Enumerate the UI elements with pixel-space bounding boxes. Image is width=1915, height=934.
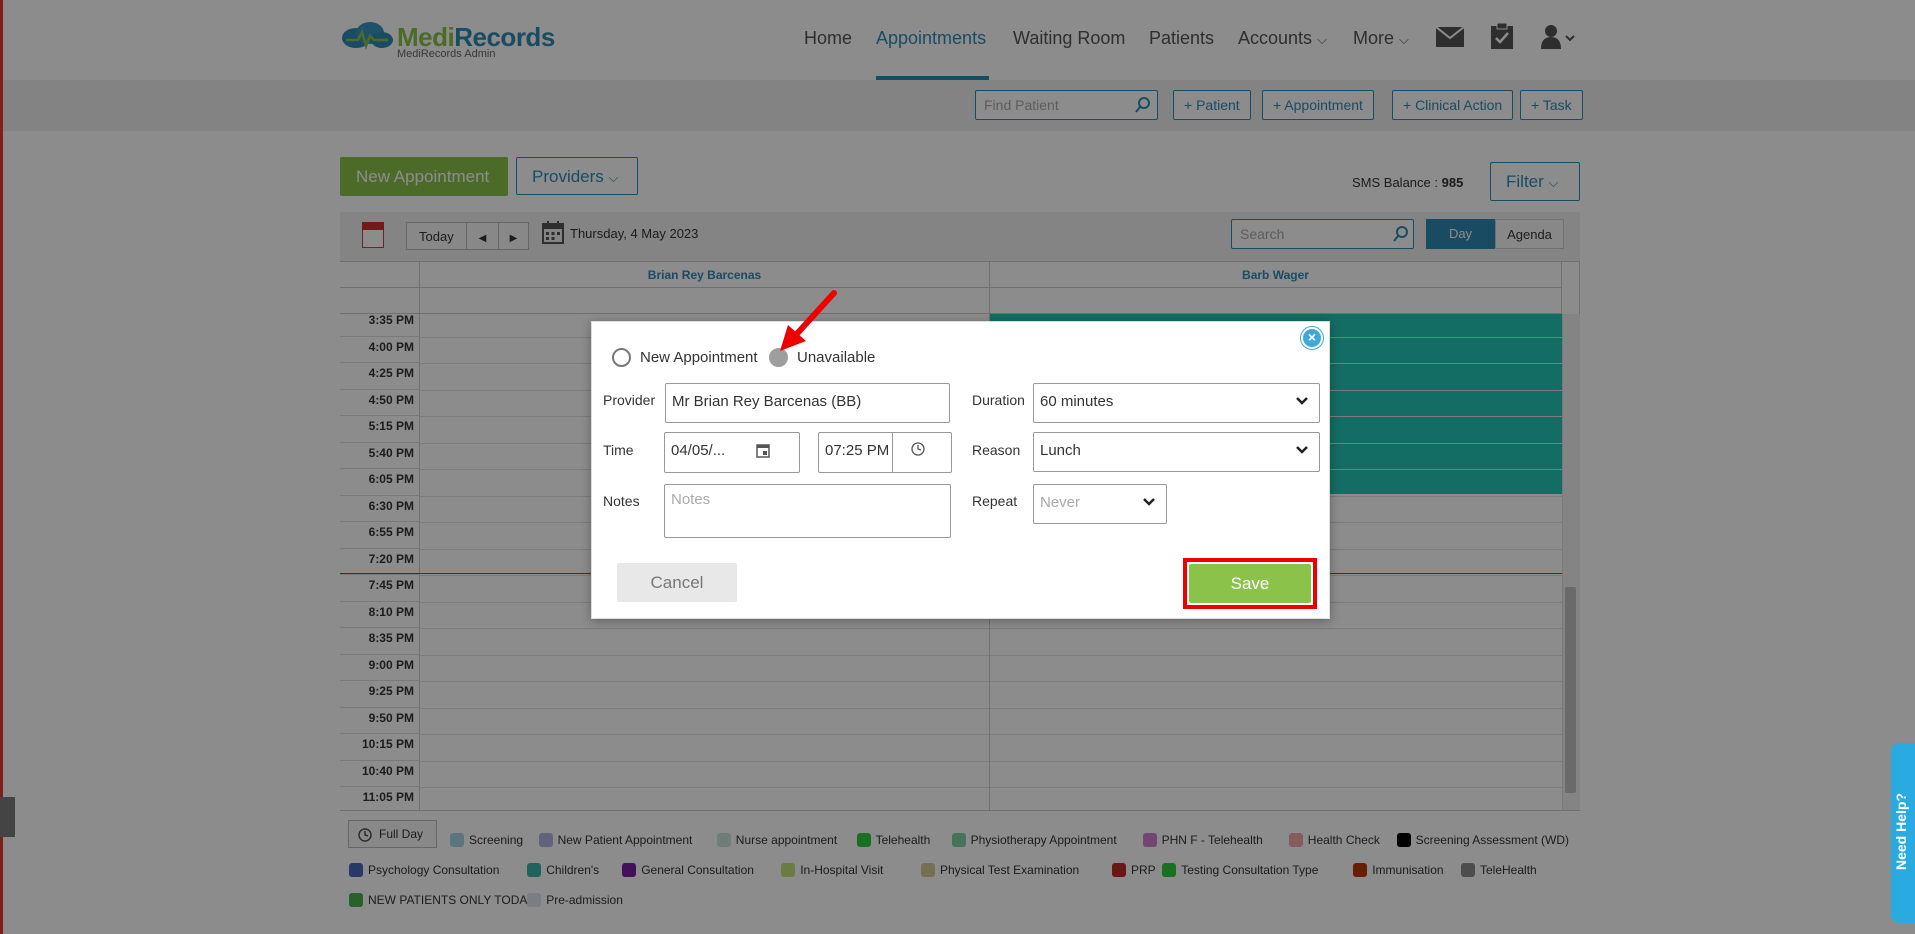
- provider-field[interactable]: Mr Brian Rey Barcenas (BB): [665, 383, 950, 423]
- notes-label: Notes: [603, 493, 640, 509]
- close-icon[interactable]: ×: [1301, 327, 1323, 349]
- date-value: 04/05/...: [671, 442, 726, 459]
- cancel-button[interactable]: Cancel: [617, 563, 737, 602]
- time-field-divider: [892, 433, 893, 472]
- side-tab[interactable]: [0, 797, 15, 837]
- date-field[interactable]: 04/05/...: [664, 432, 800, 473]
- duration-value: 60 minutes: [1040, 393, 1114, 410]
- time-label: Time: [603, 442, 634, 458]
- annotation-arrow: [780, 290, 837, 351]
- reason-label: Reason: [972, 442, 1021, 458]
- clock-icon[interactable]: [911, 442, 925, 456]
- repeat-value: Never: [1040, 494, 1081, 511]
- new-appointment-radio[interactable]: [612, 348, 631, 367]
- chevron-down-icon: [1143, 498, 1155, 506]
- repeat-label: Repeat: [972, 493, 1018, 509]
- reason-select[interactable]: Lunch: [1033, 432, 1320, 472]
- save-button[interactable]: Save: [1189, 564, 1311, 603]
- chevron-down-icon: [1296, 446, 1308, 454]
- calendar-icon[interactable]: [756, 443, 770, 458]
- chevron-down-icon: [1296, 397, 1308, 405]
- duration-label: Duration: [972, 392, 1025, 408]
- reason-value: Lunch: [1040, 442, 1081, 459]
- duration-select[interactable]: 60 minutes: [1033, 383, 1320, 423]
- time-value: 07:25 PM: [825, 442, 890, 459]
- new-appointment-radio-label[interactable]: New Appointment: [640, 349, 758, 366]
- repeat-select[interactable]: Never: [1033, 484, 1167, 524]
- time-field[interactable]: 07:25 PM: [818, 432, 952, 473]
- need-help-label: Need Help?: [1893, 792, 1909, 870]
- provider-label: Provider: [603, 392, 656, 408]
- notes-textarea[interactable]: Notes: [664, 484, 951, 538]
